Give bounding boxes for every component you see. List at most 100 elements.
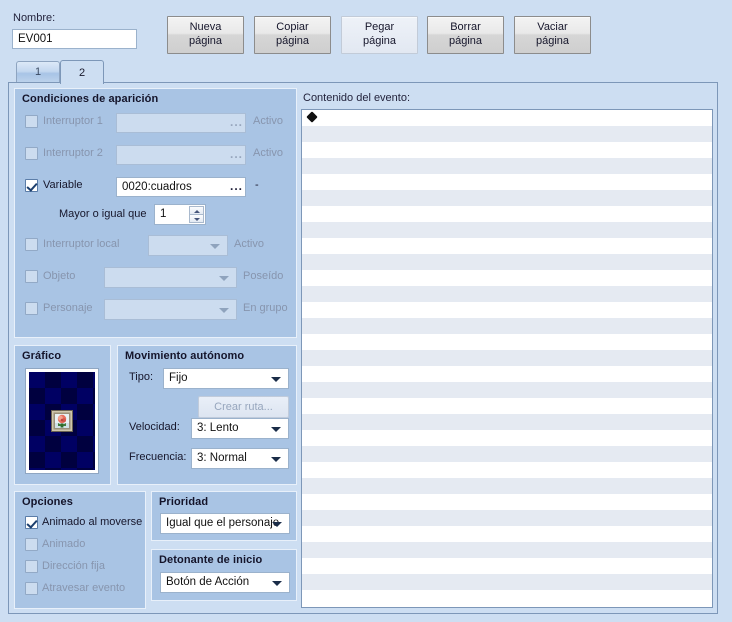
label-option-0: Animado al moverse — [42, 516, 143, 528]
combo-local-switch[interactable] — [148, 235, 228, 256]
event-content-row[interactable] — [302, 366, 712, 382]
chevron-down-icon — [272, 521, 282, 527]
checkbox-local-switch[interactable] — [25, 238, 38, 251]
label-item: Objeto — [43, 270, 76, 282]
borrar-page-button[interactable]: Borrar página — [427, 16, 504, 54]
spinner-down-icon[interactable] — [189, 214, 204, 223]
group-appearance-conditions: Condiciones de aparición Interruptor 1 .… — [14, 88, 297, 338]
event-content-row[interactable] — [302, 318, 712, 334]
event-content-row[interactable] — [302, 590, 712, 606]
event-content-row[interactable] — [302, 158, 712, 174]
event-editor-window: Nombre: Nueva página Copiar página Pegar p… — [0, 0, 732, 622]
create-route-button[interactable]: Crear ruta... — [198, 396, 289, 418]
chevron-down-icon — [210, 243, 220, 249]
event-command-bullet-icon — [306, 111, 318, 123]
event-content-row[interactable] — [302, 126, 712, 142]
spinner-variable-value[interactable]: 1 — [154, 204, 206, 225]
variable-browse-icon[interactable]: ... — [230, 179, 291, 197]
group-title-priority: Prioridad — [159, 496, 209, 508]
vaciar-page-button-label: Vaciar página — [535, 21, 570, 47]
chevron-down-icon — [272, 580, 282, 586]
page-tab-2[interactable]: 2 — [60, 60, 104, 84]
combo-trigger[interactable]: Botón de Acción — [160, 572, 290, 593]
field-switch1[interactable] — [116, 113, 246, 133]
suffix-switch1: Activo — [253, 115, 283, 127]
combo-movement-type[interactable]: Fijo — [163, 368, 289, 389]
graphic-preview[interactable] — [25, 368, 99, 474]
label-movement-type: Tipo: — [129, 371, 154, 383]
event-name-input[interactable] — [12, 29, 137, 49]
field-variable[interactable]: 0020:cuadros — [116, 177, 246, 197]
combo-item[interactable] — [104, 267, 237, 288]
borrar-page-button-label: Borrar página — [448, 21, 483, 47]
chevron-down-icon — [271, 426, 281, 432]
event-content-row[interactable] — [302, 478, 712, 494]
combo-speed[interactable]: 3: Lento — [191, 418, 289, 439]
nueva-page-button-label: Nueva página — [188, 21, 223, 47]
event-content-row[interactable] — [302, 142, 712, 158]
group-priority: Prioridad Igual que el personaje — [151, 491, 297, 541]
chevron-down-icon — [219, 307, 229, 313]
event-content-row[interactable] — [302, 494, 712, 510]
event-content-row[interactable] — [302, 254, 712, 270]
checkbox-actor[interactable] — [25, 302, 38, 315]
event-content-row[interactable] — [302, 286, 712, 302]
combo-trigger-value: Botón de Acción — [166, 576, 250, 588]
combo-priority-value: Igual que el personaje — [166, 517, 280, 529]
copiar-page-button-label: Copiar página — [275, 21, 310, 47]
checkbox-item[interactable] — [25, 270, 38, 283]
group-title-movement: Movimiento autónomo — [125, 350, 245, 362]
checkbox-option-0[interactable] — [25, 516, 38, 529]
event-content-row[interactable] — [302, 382, 712, 398]
event-content-row[interactable] — [302, 414, 712, 430]
combo-actor[interactable] — [104, 299, 237, 320]
event-content-list[interactable] — [301, 109, 713, 608]
nueva-page-button[interactable]: Nueva página — [167, 16, 244, 54]
event-content-row[interactable] — [302, 574, 712, 590]
event-content-row[interactable] — [302, 510, 712, 526]
pegar-page-button: Pegar página — [341, 16, 418, 54]
vaciar-page-button[interactable]: Vaciar página — [514, 16, 591, 54]
checkbox-option-2[interactable] — [25, 560, 38, 573]
event-content-row[interactable] — [302, 462, 712, 478]
group-autonomous-movement: Movimiento autónomo Tipo: Fijo Crear rut… — [117, 345, 297, 485]
checkbox-switch2[interactable] — [25, 147, 38, 160]
event-sprite-painting — [51, 410, 73, 432]
label-speed: Velocidad: — [129, 421, 180, 433]
copiar-page-button[interactable]: Copiar página — [254, 16, 331, 54]
checkbox-switch1[interactable] — [25, 115, 38, 128]
event-content-row[interactable] — [302, 190, 712, 206]
checkbox-option-1[interactable] — [25, 538, 38, 551]
spinner-value: 1 — [160, 208, 167, 220]
suffix-local-switch: Activo — [234, 238, 264, 250]
page-tab-1[interactable]: 1 — [16, 61, 60, 83]
event-content-row[interactable] — [302, 174, 712, 190]
event-content-row[interactable] — [302, 270, 712, 286]
event-content-row[interactable] — [302, 110, 712, 126]
spinner-buttons — [189, 206, 204, 223]
event-content-row[interactable] — [302, 542, 712, 558]
event-content-row[interactable] — [302, 446, 712, 462]
combo-frequency[interactable]: 3: Normal — [191, 448, 289, 469]
event-content-row[interactable] — [302, 238, 712, 254]
event-content-row[interactable] — [302, 222, 712, 238]
combo-priority[interactable]: Igual que el personaje — [160, 513, 290, 534]
event-content-row[interactable] — [302, 558, 712, 574]
event-content-row[interactable] — [302, 206, 712, 222]
event-content-row[interactable] — [302, 334, 712, 350]
event-content-row[interactable] — [302, 398, 712, 414]
event-content-row[interactable] — [302, 350, 712, 366]
field-switch2[interactable] — [116, 145, 246, 165]
chevron-down-icon — [271, 376, 281, 382]
label-switch1: Interruptor 1 — [43, 115, 103, 127]
group-title-options: Opciones — [22, 496, 73, 508]
event-content-row[interactable] — [302, 430, 712, 446]
label-option-1: Animado — [42, 538, 86, 550]
group-title-conditions: Condiciones de aparición — [22, 93, 159, 105]
pegar-page-button-label: Pegar página — [362, 21, 397, 47]
checkbox-option-3[interactable] — [25, 582, 38, 595]
event-content-row[interactable] — [302, 302, 712, 318]
label-option-3: Atravesar evento — [42, 582, 126, 594]
event-content-row[interactable] — [302, 526, 712, 542]
checkbox-variable[interactable] — [25, 179, 38, 192]
